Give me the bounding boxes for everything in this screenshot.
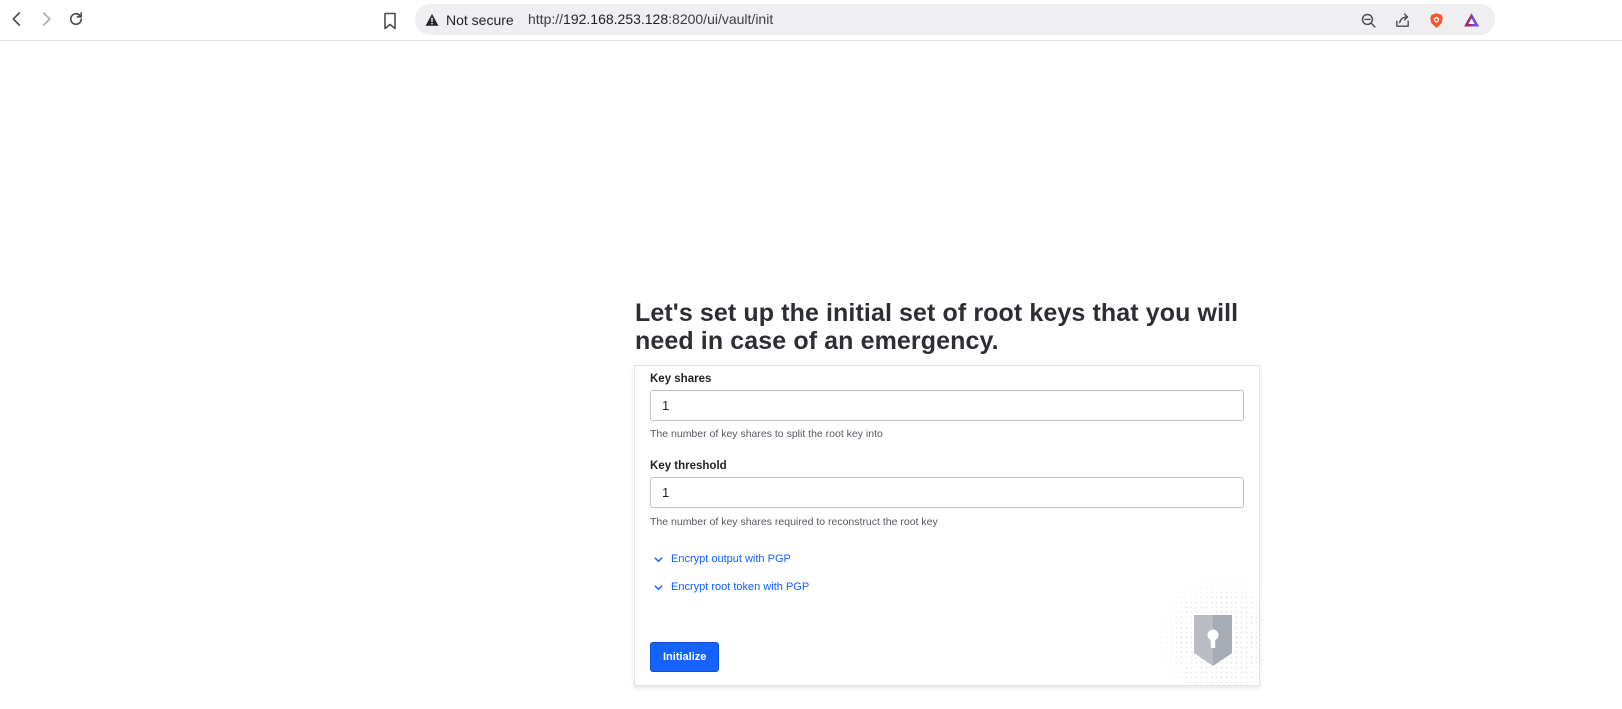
key-threshold-input[interactable] (650, 477, 1244, 508)
init-form-card: Key shares The number of key shares to s… (634, 365, 1260, 686)
security-label: Not secure (446, 11, 514, 28)
chevron-left-icon (12, 12, 21, 26)
reload-button[interactable] (63, 6, 89, 32)
vault-shield-illustration-icon (1139, 565, 1259, 685)
back-button[interactable] (4, 6, 30, 32)
address-bar[interactable]: Not secure http://192.168.253.128:8200/u… (415, 4, 1495, 35)
share-button[interactable] (1390, 8, 1414, 32)
share-icon (1395, 12, 1409, 27)
bookmark-button[interactable] (380, 10, 400, 32)
url-host: 192.168.253.128 (563, 11, 669, 27)
toggle-label: Encrypt root token with PGP (671, 581, 810, 593)
brave-rewards-icon (1463, 12, 1479, 27)
chevron-down-icon (654, 556, 663, 562)
warning-triangle-icon (425, 13, 439, 26)
zoom-out-icon (1361, 13, 1376, 28)
toggle-encrypt-root-token-pgp[interactable]: Encrypt root token with PGP (653, 581, 809, 593)
bookmark-icon (384, 12, 396, 30)
toggle-label: Encrypt output with PGP (671, 553, 791, 565)
security-indicator[interactable]: Not secure (425, 4, 514, 35)
key-threshold-label: Key threshold (650, 460, 727, 472)
url-text[interactable]: http://192.168.253.128:8200/ui/vault/ini… (528, 4, 773, 35)
url-path: :8200/ui/vault/init (668, 11, 774, 27)
initialize-button[interactable]: Initialize (650, 642, 720, 672)
chevron-right-icon (42, 12, 51, 26)
key-shares-help: The number of key shares to split the ro… (650, 428, 883, 440)
url-prefix: http:// (528, 11, 564, 27)
reload-icon (69, 12, 83, 26)
key-threshold-help: The number of key shares required to rec… (650, 516, 938, 528)
forward-button[interactable] (33, 6, 59, 32)
brave-shields-button[interactable] (1424, 8, 1448, 32)
key-shares-label: Key shares (650, 373, 712, 385)
toggle-encrypt-output-pgp[interactable]: Encrypt output with PGP (653, 553, 791, 565)
browser-toolbar: Not secure http://192.168.253.128:8200/u… (0, 0, 1622, 41)
page-title: Let's set up the initial set of root key… (635, 299, 1239, 355)
key-shares-input[interactable] (650, 390, 1244, 421)
zoom-button[interactable] (1356, 8, 1380, 32)
chevron-down-icon (654, 584, 663, 590)
brave-shields-icon (1429, 12, 1443, 28)
brave-rewards-button[interactable] (1459, 8, 1483, 32)
